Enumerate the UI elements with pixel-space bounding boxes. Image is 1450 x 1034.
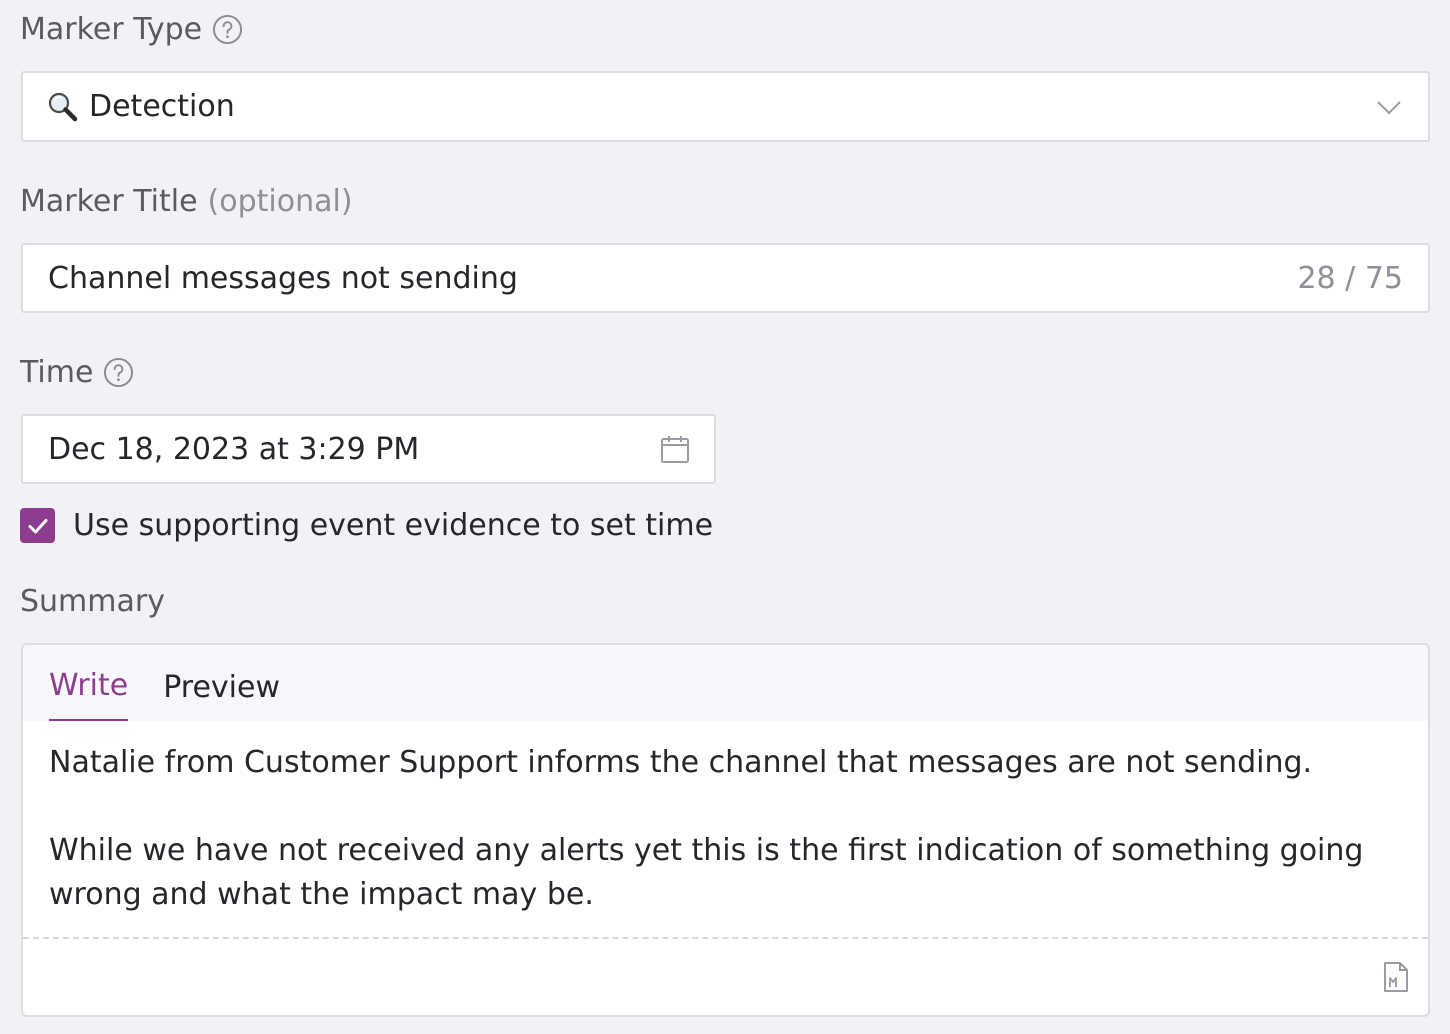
marker-title-label: Marker Title (optional) [20,187,353,217]
tab-write[interactable]: Write [49,668,129,721]
summary-paragraph: Natalie from Customer Support informs th… [49,745,1313,780]
marker-title-label-text: Marker Title [20,184,198,219]
marker-type-value: Detection [89,89,235,124]
summary-tabs: Write Preview [23,645,1428,721]
chevron-down-icon[interactable] [1376,97,1402,117]
character-counter: 28 / 75 [1297,260,1403,296]
marker-form: Marker Type Detection Marker Title (opti… [0,0,1450,1034]
evidence-checkbox[interactable] [20,508,55,543]
help-icon[interactable] [103,357,134,388]
time-label-text: Time [20,354,94,390]
evidence-checkbox-row[interactable]: Use supporting event evidence to set tim… [20,508,713,543]
summary-label-text: Summary [20,584,165,619]
summary-textarea[interactable]: Natalie from Customer Support informs th… [23,721,1428,937]
marker-title-input[interactable] [48,260,1298,296]
summary-label: Summary [20,587,165,617]
marker-type-label: Marker Type [20,14,243,45]
time-picker-field[interactable]: Dec 18, 2023 at 3:29 PM [21,414,716,484]
marker-title-field[interactable]: 28 / 75 [21,243,1430,313]
help-icon[interactable] [212,14,243,45]
tab-preview[interactable]: Preview [163,670,280,721]
editor-footer [23,937,1428,1015]
checkmark-icon [28,518,47,533]
evidence-checkbox-label: Use supporting event evidence to set tim… [73,508,714,543]
calendar-icon[interactable] [660,434,690,464]
marker-type-label-text: Marker Type [20,11,203,47]
time-value: Dec 18, 2023 at 3:29 PM [48,431,420,467]
summary-editor: Write Preview Natalie from Customer Supp… [21,643,1430,1017]
summary-paragraph: While we have not received any alerts ye… [49,833,1364,912]
magnifying-glass-icon [47,91,79,123]
time-label: Time [20,357,134,388]
markdown-icon[interactable] [1382,961,1410,993]
optional-hint: (optional) [207,184,353,219]
marker-type-select[interactable]: Detection [21,71,1430,142]
